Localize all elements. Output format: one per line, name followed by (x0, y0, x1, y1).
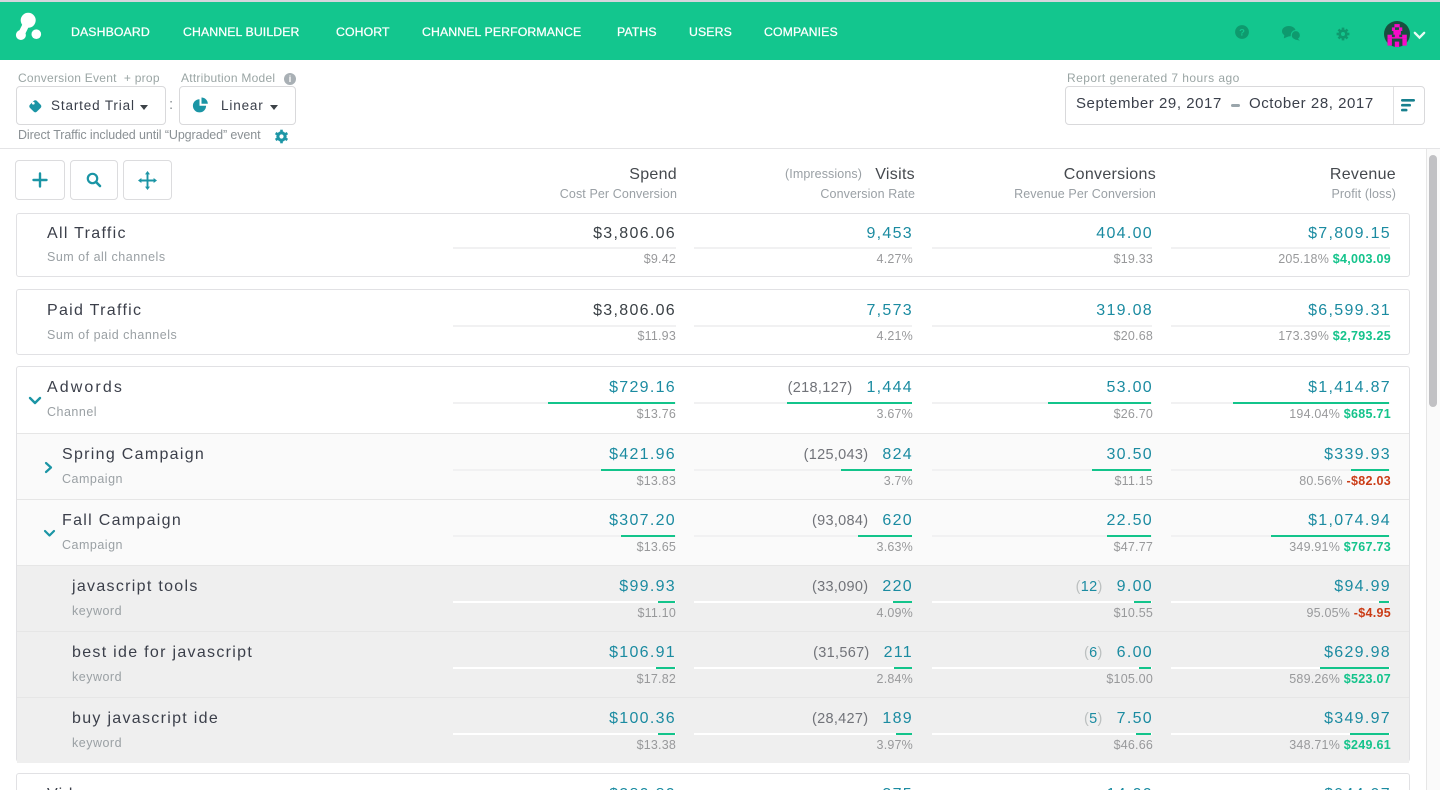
svg-text:?: ? (1239, 27, 1245, 38)
